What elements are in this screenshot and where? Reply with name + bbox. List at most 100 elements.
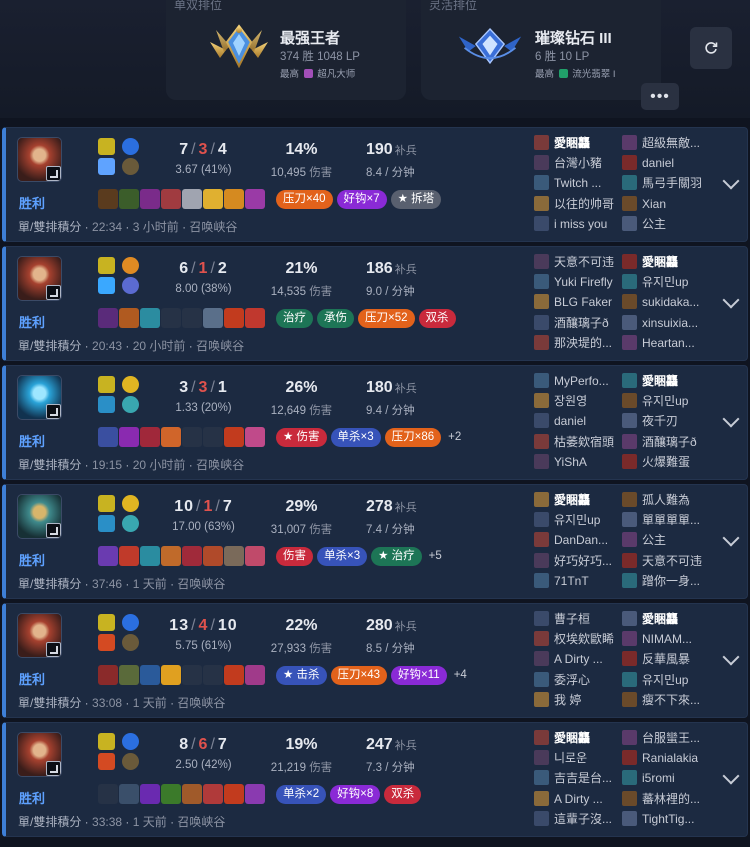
performance-tag[interactable]: 单杀×2	[276, 785, 327, 804]
player-row[interactable]: 單單單單...	[622, 510, 712, 530]
chevron-down-icon[interactable]	[722, 172, 740, 190]
item-icon[interactable]	[224, 665, 244, 685]
player-row[interactable]: 니로운	[534, 748, 624, 768]
player-row[interactable]: 愛睏龘	[534, 728, 624, 748]
item-icon[interactable]	[140, 308, 160, 328]
player-row[interactable]: 天意不可违	[534, 252, 624, 272]
item-icon[interactable]	[182, 546, 202, 566]
item-icon[interactable]	[161, 784, 181, 804]
player-row[interactable]: 71TnT	[534, 571, 624, 591]
performance-tag[interactable]: 双杀	[384, 785, 422, 804]
player-row[interactable]: 台灣小豬	[534, 153, 624, 173]
player-row[interactable]: 酒釀璃子ð	[622, 432, 712, 452]
player-row[interactable]: 好巧好巧...	[534, 551, 624, 571]
performance-tag[interactable]: 压刀×52	[358, 309, 415, 328]
player-row[interactable]: i5romi	[622, 768, 712, 788]
chevron-down-icon[interactable]	[722, 648, 740, 666]
item-icon[interactable]	[98, 784, 118, 804]
item-icon[interactable]	[203, 427, 223, 447]
player-row[interactable]: 以往的帅哥	[534, 194, 624, 214]
player-row[interactable]: 孤人難為	[622, 490, 712, 510]
performance-tag[interactable]: ★ 伤害	[276, 428, 327, 447]
performance-tag[interactable]: 压刀×40	[276, 190, 333, 209]
player-row[interactable]: 我 婷	[534, 690, 624, 710]
player-row[interactable]: A Dirty ...	[534, 649, 624, 669]
performance-tag[interactable]: 单杀×3	[330, 428, 381, 447]
player-row[interactable]: 夜千刃	[622, 411, 712, 431]
player-row[interactable]: 委浮心	[534, 670, 624, 690]
player-row[interactable]: 장원영	[534, 391, 624, 411]
match-card[interactable]: 胜利 單/雙排積分 · 33:38 · 1 天前 · 召唤峡谷 8/6/7 2.50 …	[2, 722, 748, 837]
player-row[interactable]: 愛睏龘	[622, 371, 712, 391]
player-row[interactable]: YiShA	[534, 452, 624, 472]
match-card[interactable]: 胜利 單/雙排積分 · 20:43 · 20 小时前 · 召唤峡谷 6/1/2 8.0…	[2, 246, 748, 361]
performance-tag[interactable]: 好钩×11	[391, 666, 447, 685]
item-icon[interactable]	[119, 784, 139, 804]
refresh-button[interactable]	[690, 27, 732, 69]
performance-tag[interactable]: 承伤	[317, 309, 354, 328]
item-icon[interactable]	[224, 189, 244, 209]
performance-tag[interactable]: 治疗	[276, 309, 313, 328]
player-row[interactable]: 蹭你一身...	[622, 571, 712, 591]
player-row[interactable]: 权埃欸歐睎	[534, 629, 624, 649]
performance-tag[interactable]: +5	[426, 547, 445, 566]
player-row[interactable]: 枯萎欸宿頭	[534, 432, 624, 452]
performance-tag[interactable]: 好钩×8	[330, 785, 381, 804]
item-icon[interactable]	[203, 546, 223, 566]
item-icon[interactable]	[119, 546, 139, 566]
player-row[interactable]: 火爆難蛋	[622, 452, 712, 472]
player-row[interactable]: 天意不可违	[622, 551, 712, 571]
player-row[interactable]: xinsuixia...	[622, 313, 712, 333]
item-icon[interactable]	[245, 427, 265, 447]
player-row[interactable]: Ranialakia	[622, 748, 712, 768]
item-icon[interactable]	[161, 189, 181, 209]
item-icon[interactable]	[182, 189, 202, 209]
performance-tag[interactable]: +2	[445, 428, 464, 447]
player-row[interactable]: 公主	[622, 214, 712, 234]
player-row[interactable]: Twitch ...	[534, 173, 624, 193]
item-icon[interactable]	[98, 427, 118, 447]
performance-tag[interactable]: 压刀×86	[384, 428, 442, 447]
item-icon[interactable]	[203, 308, 223, 328]
item-icon[interactable]	[140, 427, 160, 447]
player-row[interactable]: daniel	[534, 411, 624, 431]
item-icon[interactable]	[203, 665, 223, 685]
performance-tag[interactable]: 伤害	[276, 547, 313, 566]
player-row[interactable]: Heartan...	[622, 333, 712, 353]
player-row[interactable]: 愛睏龘	[534, 490, 624, 510]
player-row[interactable]: 유지민up	[622, 272, 712, 292]
player-row[interactable]: 超級無敵...	[622, 133, 712, 153]
player-row[interactable]: TightTig...	[622, 809, 712, 829]
player-row[interactable]: 台服蠻王...	[622, 728, 712, 748]
item-icon[interactable]	[140, 665, 160, 685]
player-row[interactable]: 酒釀璃子ð	[534, 313, 624, 333]
item-icon[interactable]	[161, 427, 181, 447]
performance-tag[interactable]: 双杀	[418, 309, 456, 328]
item-icon[interactable]	[98, 546, 118, 566]
player-row[interactable]: 蕃林裡的...	[622, 789, 712, 809]
item-icon[interactable]	[224, 308, 244, 328]
item-icon[interactable]	[119, 665, 139, 685]
player-row[interactable]: MyPerfo...	[534, 371, 624, 391]
item-icon[interactable]	[182, 665, 202, 685]
player-row[interactable]: 那泱堤的...	[534, 333, 624, 353]
match-card[interactable]: 胜利 單/雙排積分 · 37:46 · 1 天前 · 召唤峡谷 10/1/7 17.0…	[2, 484, 748, 599]
player-row[interactable]: daniel	[622, 153, 712, 173]
player-row[interactable]: 유지민up	[622, 670, 712, 690]
item-icon[interactable]	[182, 784, 202, 804]
item-icon[interactable]	[119, 189, 139, 209]
player-row[interactable]: 瘦不下來...	[622, 690, 712, 710]
item-icon[interactable]	[224, 427, 244, 447]
player-row[interactable]: Yuki Firefly	[534, 272, 624, 292]
item-icon[interactable]	[140, 546, 160, 566]
item-icon[interactable]	[245, 546, 265, 566]
item-icon[interactable]	[98, 665, 118, 685]
match-card[interactable]: 胜利 單/雙排積分 · 33:08 · 1 天前 · 召唤峡谷 13/4/10 5.7…	[2, 603, 748, 718]
player-row[interactable]: A Dirty ...	[534, 789, 624, 809]
item-icon[interactable]	[140, 784, 160, 804]
item-icon[interactable]	[245, 308, 265, 328]
item-icon[interactable]	[161, 665, 181, 685]
item-icon[interactable]	[224, 546, 244, 566]
more-options-button[interactable]: •••	[641, 83, 679, 110]
performance-tag[interactable]: ★ 拆塔	[390, 190, 442, 209]
